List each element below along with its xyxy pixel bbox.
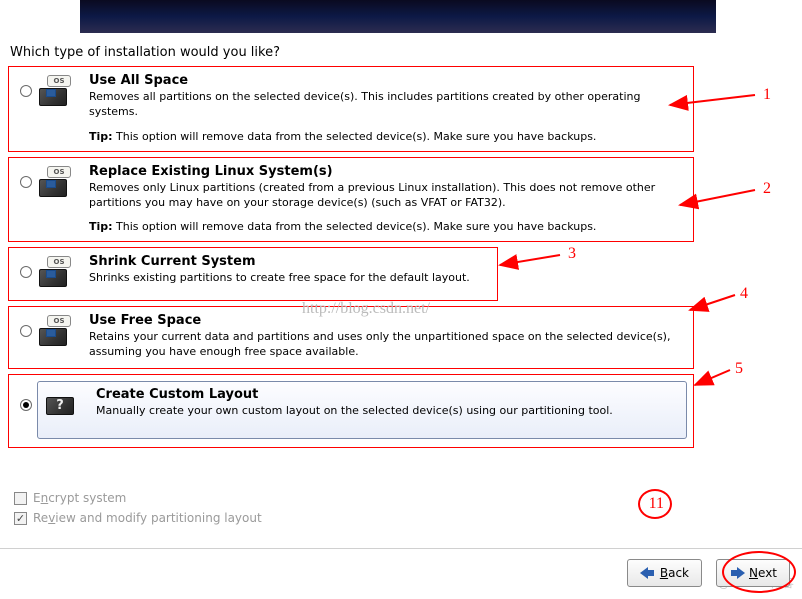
option-tip: Tip: This option will remove data from t… [89,220,687,233]
footer-separator [0,548,802,549]
annotation-2: 2 [763,180,771,198]
option-use-free-space[interactable]: OS Use Free Space Retains your current d… [8,306,694,369]
header-banner [80,0,716,33]
radio-replace-linux[interactable] [20,176,32,188]
option-desc: Removes all partitions on the selected d… [89,90,687,120]
option-shrink[interactable]: OS Shrink Current System Shrinks existin… [8,247,498,301]
disk-os-icon: OS [37,254,81,292]
disk-os-icon: OS [37,73,81,111]
disk-os-icon: OS [37,164,81,202]
next-button[interactable]: Next [716,559,790,587]
option-desc: Shrinks existing partitions to create fr… [89,271,491,286]
option-title: Replace Existing Linux System(s) [89,164,687,179]
option-title: Use All Space [89,73,687,88]
option-title: Shrink Current System [89,254,491,269]
option-replace-linux[interactable]: OS Replace Existing Linux System(s) Remo… [8,157,694,243]
back-button[interactable]: Back [627,559,702,587]
annotation-4: 4 [740,285,748,303]
radio-shrink[interactable] [20,266,32,278]
checkbox-checked-icon [14,512,27,525]
option-title: Create Custom Layout [96,387,680,402]
option-desc: Removes only Linux partitions (created f… [89,181,687,211]
checkbox-encrypt-system: Encrypt system [14,491,262,505]
option-title: Use Free Space [89,313,687,328]
radio-use-all-space[interactable] [20,85,32,97]
checkbox-review-partitioning: Review and modify partitioning layout [14,511,262,525]
options-container: OS Use All Space Removes all partitions … [8,66,694,453]
annotation-5: 5 [735,360,743,378]
radio-custom-layout[interactable] [20,399,32,411]
option-desc: Manually create your own custom layout o… [96,404,680,419]
arrow-right-icon [729,567,745,579]
annotation-circle-11 [638,489,672,519]
arrow-left-icon [640,567,656,579]
question-label: Which type of installation would you lik… [10,45,280,60]
annotation-1: 1 [763,86,771,104]
option-desc: Retains your current data and partitions… [89,330,687,360]
option-tip: Tip: This option will remove data from t… [89,130,687,143]
annotation-11: 11 [649,495,664,513]
checkbox-group: Encrypt system Review and modify partiti… [14,491,262,531]
option-use-all-space[interactable]: OS Use All Space Removes all partitions … [8,66,694,152]
checkbox-icon [14,492,27,505]
disk-question-icon: ? [44,387,88,433]
option-custom-layout[interactable]: ? Create Custom Layout Manually create y… [8,374,694,448]
radio-use-free-space[interactable] [20,325,32,337]
disk-os-icon: OS [37,313,81,351]
